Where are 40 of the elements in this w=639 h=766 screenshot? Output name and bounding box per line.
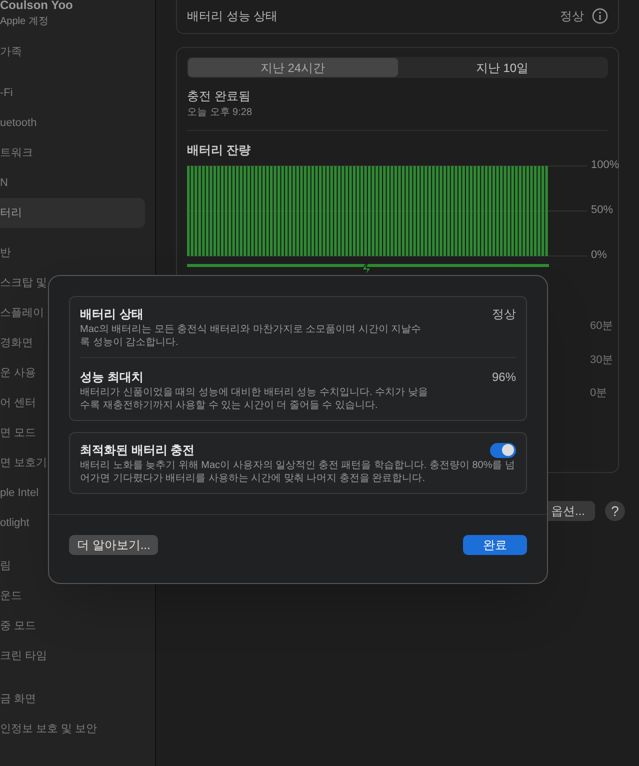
axis-label: 0% <box>591 248 607 263</box>
sidebar-item[interactable]: 크린 타임 <box>0 641 145 671</box>
sidebar-item[interactable]: N <box>0 168 145 198</box>
sidebar-item[interactable]: uetooth <box>0 108 145 138</box>
axis-label: 60분 <box>590 319 614 334</box>
axis-label: 0분 <box>590 386 608 401</box>
learn-more-button[interactable]: 더 알아보기... <box>69 535 158 555</box>
help-button[interactable]: ? <box>605 501 625 521</box>
sidebar-item[interactable]: 중 모드 <box>0 611 145 641</box>
axis-label: 50% <box>591 203 614 218</box>
sidebar-item[interactable]: 인정보 보호 및 보안 <box>0 714 145 744</box>
charge-status: 충전 완료됨 <box>187 88 252 105</box>
done-button[interactable]: 완료 <box>463 535 527 555</box>
sidebar-item[interactable]: 운드 <box>0 581 145 611</box>
row-title: 성능 최대치 <box>80 369 144 386</box>
tab[interactable]: 지난 10일 <box>398 58 607 77</box>
row-value: 정상 <box>492 306 516 323</box>
row-description: 배터리가 신품이었을 때의 성능에 대비한 배터리 성능 수치입니다. 수치가 낮을수록 재충전하기까지 사용할 수 있는 시간이 더 줄어들 수 있습니다. <box>80 386 429 412</box>
tab[interactable]: 지난 24시간 <box>188 58 398 77</box>
charge-time: 오늘 오후 9:28 <box>187 106 254 120</box>
sidebar-item[interactable]: 반 <box>0 238 145 268</box>
sidebar-item[interactable]: 금 화면 <box>0 684 145 714</box>
sidebar-item[interactable]: 가족 <box>0 37 145 67</box>
row-value: 96% <box>492 369 516 386</box>
sidebar-item[interactable]: -Fi <box>0 78 145 108</box>
toggle-switch[interactable] <box>490 442 516 458</box>
sidebar-item[interactable]: 트워크 <box>0 138 145 168</box>
row-title: 최적화된 배터리 충전 <box>80 442 195 459</box>
account-subtitle: Apple 계정 <box>0 15 50 29</box>
row-description: Mac의 배터리는 모든 충전식 배터리와 마찬가지로 소모품이며 시간이 지날수록 성능이 감소합니다. <box>80 323 422 349</box>
info-icon[interactable] <box>592 8 608 24</box>
axis-label: 30분 <box>590 352 614 368</box>
health-label: 배터리 성능 상태 <box>187 8 279 25</box>
chart-title: 배터리 잔량 <box>187 142 250 159</box>
axis-label: 100% <box>591 158 620 173</box>
health-value: 정상 <box>560 8 584 25</box>
sidebar-item[interactable]: 터리 <box>0 198 145 228</box>
row-description: 배터리 노화를 늦추기 위해 Mac이 사용자의 일상적인 충전 패턴을 학습합니다. 충전량이 80%를 넘어가면 기다렸다가 배터리를 사용하는 시간에 맞춰 나머지 충전을 완료합니다. <box>80 459 516 485</box>
account-name: Coulson Yoo <box>0 0 73 14</box>
row-title: 배터리 상태 <box>80 306 144 323</box>
